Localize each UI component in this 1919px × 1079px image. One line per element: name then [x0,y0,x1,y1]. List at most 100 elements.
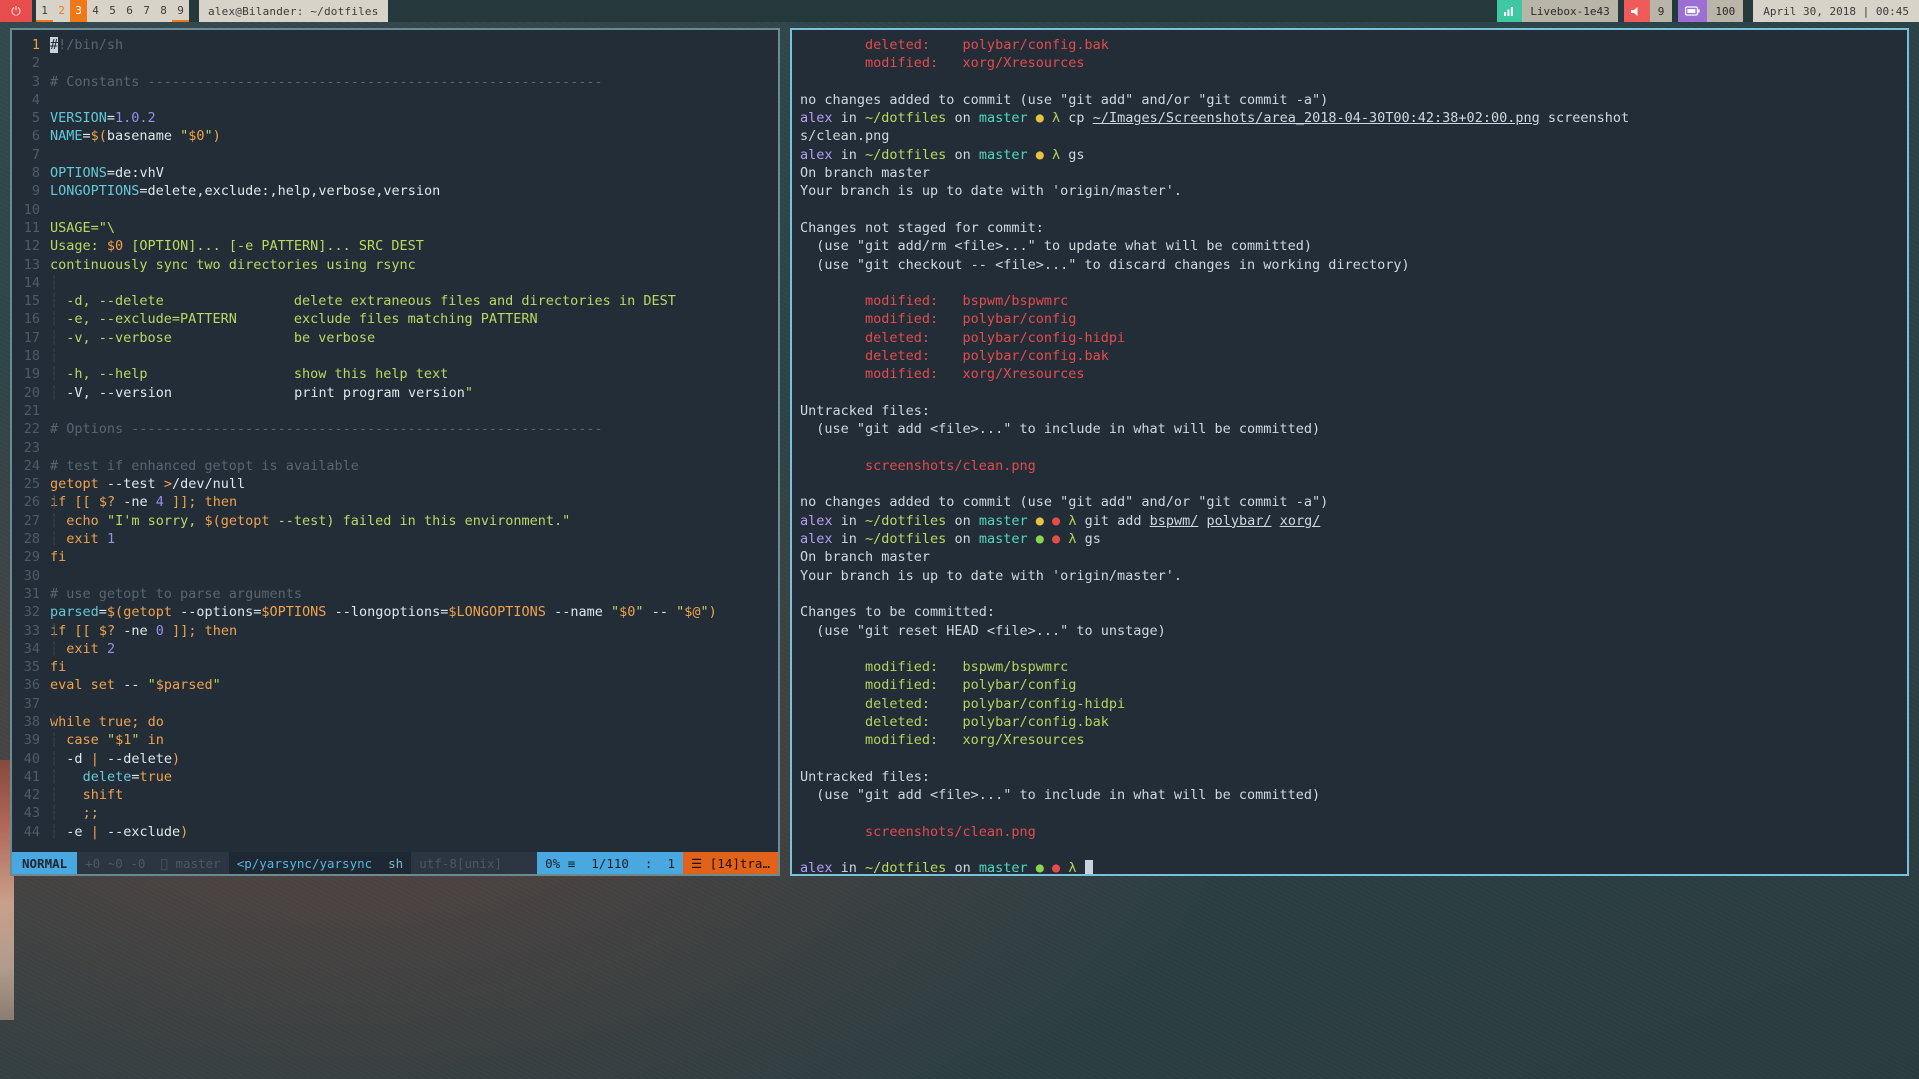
line-content: if [[ $? -ne 0 ]]; then ┆ [50,622,778,640]
editor-line[interactable]: 4 [12,91,778,109]
battery-module[interactable]: 100 [1678,0,1744,22]
editor-line[interactable]: 31 # use getopt to parse arguments [12,585,778,603]
workspace-button-3[interactable]: 3 [70,0,87,22]
editor-line[interactable]: 44 -e | --exclude) ┆ [12,823,778,841]
code-token: = [98,604,107,621]
editor-line[interactable]: 15 -d, --delete delete extraneous files … [12,292,778,310]
editor-line[interactable]: 37 [12,695,778,713]
code-token: " [635,604,644,621]
terminal-text: in [832,110,866,127]
editor-line[interactable]: 1 #!/bin/sh [12,36,778,54]
power-button[interactable]: ⏻ [0,0,32,22]
editor-line[interactable]: 8 OPTIONS=de:vhV [12,164,778,182]
workspace-button-4[interactable]: 4 [87,0,104,22]
line-content: NAME=$(basename "$0") [50,127,778,145]
workspace-button-2[interactable]: 2 [53,0,70,22]
editor-line[interactable]: 32 parsed=$(getopt --options=$OPTIONS --l… [12,603,778,621]
vim-git-branch: master [175,855,221,871]
code-token: [OPTION]... [-e PATTERN]... SRC DEST [123,238,424,255]
editor-line[interactable]: 42 shift ┆ [12,786,778,804]
terminal-text: Untracked files: [800,402,931,419]
editor-line[interactable]: 9 LONGOPTIONS=delete,exclude:,help,verbos… [12,182,778,200]
editor-line[interactable]: 28 exit 1 ┆ [12,530,778,548]
editor-line[interactable]: 26 if [[ $? -ne 4 ]]; then ┆ [12,493,778,511]
vim-buffer[interactable]: 1 #!/bin/sh 2 3 # Constants ----------------… [12,30,778,852]
vim-editor[interactable]: 1 #!/bin/sh 2 3 # Constants ----------------… [12,30,778,874]
line-content: ┆ [50,347,778,365]
editor-line[interactable]: 27 echo "I'm sorry, $(getopt --test) fai… [12,512,778,530]
editor-line[interactable]: 5 VERSION=1.0.2 [12,109,778,127]
terminal-text: ● [1035,531,1044,548]
editor-line[interactable]: 3 # Constants ---------------------------… [12,73,778,91]
terminal-text: ● [1035,512,1044,529]
editor-line[interactable]: 14 ┆ [12,274,778,292]
workspace-button-9[interactable]: 9 [172,0,189,22]
workspace-button-7[interactable]: 7 [138,0,155,22]
code-token: [ [74,622,83,639]
terminal-window[interactable]: deleted: polybar/config.bak modified: xo… [790,28,1909,876]
workspace-button-8[interactable]: 8 [155,0,172,22]
editor-line[interactable]: 2 [12,54,778,72]
editor-line[interactable]: 20 -V, --version print program version" ┆ [12,384,778,402]
code-token: ) [172,750,181,767]
clock-module[interactable]: April 30, 2018 | 00:45 [1753,0,1919,22]
editor-line[interactable]: 19 -h, --help show this help text ┆ [12,365,778,383]
code-token: " [212,677,221,694]
terminal-line: (use "git reset HEAD <file>..." to unsta… [800,622,1907,640]
volume-module[interactable]: 9 [1623,0,1673,22]
editor-line[interactable]: 22 # Options ----------------------------… [12,420,778,438]
editor-line[interactable]: 6 NAME=$(basename "$0") [12,127,778,145]
line-content: #!/bin/sh [50,36,778,54]
terminal-text: alex [800,512,833,529]
line-number: 41 [23,768,40,785]
workspace-button-6[interactable]: 6 [121,0,138,22]
workspace-button-1[interactable]: 1 [36,0,53,22]
editor-line[interactable]: 35 fi [12,658,778,676]
editor-line[interactable]: 38 while true; do ┆ [12,713,778,731]
editor-line[interactable]: 30 [12,567,778,585]
editor-line[interactable]: 17 -v, --verbose be verbose ┆ [12,329,778,347]
line-number: 3 [31,73,40,90]
network-module[interactable]: Livebox-1e43 [1497,0,1618,22]
terminal-text: in [832,146,866,163]
editor-line[interactable]: 13 continuously sync two directories usin… [12,256,778,274]
vim-filename: <p/yarsync/yarsync [228,852,381,874]
terminal-line: alex in ~/dotfiles on master ● λ cp ~/Im… [800,109,1907,127]
code-token: then [204,494,238,511]
workspace-button-5[interactable]: 5 [104,0,121,22]
tag-icon: ☰ [691,855,703,871]
editor-line[interactable]: 16 -e, --exclude=PATTERN exclude files m… [12,310,778,328]
vim-window[interactable]: 1 #!/bin/sh 2 3 # Constants ----------------… [10,28,780,876]
editor-line[interactable]: 41 delete=true ┆ [12,768,778,786]
editor-line[interactable]: 7 [12,146,778,164]
terminal-line: modified: xorg/Xresources [800,731,1907,749]
editor-line[interactable]: 11 USAGE="\ [12,219,778,237]
editor-line[interactable]: 29 fi [12,548,778,566]
line-content [50,201,778,219]
editor-line[interactable]: 10 [12,201,778,219]
editor-line[interactable]: 39 case "$1" in ┆ [12,731,778,749]
editor-line[interactable]: 36 eval set -- "$parsed" [12,676,778,694]
editor-line[interactable]: 23 [12,439,778,457]
code-token: " [106,732,116,749]
code-token: do [147,713,164,730]
editor-line[interactable]: 43 ;; ┆ [12,804,778,822]
editor-line[interactable]: 12 Usage: $0 [OPTION]... [-e PATTERN]... … [12,237,778,255]
editor-line[interactable]: 34 exit 2 ┆ [12,640,778,658]
editor-line[interactable]: 33 if [[ $? -ne 0 ]]; then ┆ [12,622,778,640]
editor-line[interactable]: 40 -d | --delete) ┆ [12,750,778,768]
terminal-output[interactable]: deleted: polybar/config.bak modified: xo… [792,30,1907,874]
editor-line[interactable]: 21 [12,402,778,420]
line-content: delete=true ┆ [50,768,778,786]
editor-line[interactable]: 24 # test if enhanced getopt is available [12,457,778,475]
editor-line[interactable]: 25 getopt --test >/dev/null [12,475,778,493]
code-token: USAGE="\ [50,219,116,236]
editor-line[interactable]: 18 ┆ [12,347,778,365]
